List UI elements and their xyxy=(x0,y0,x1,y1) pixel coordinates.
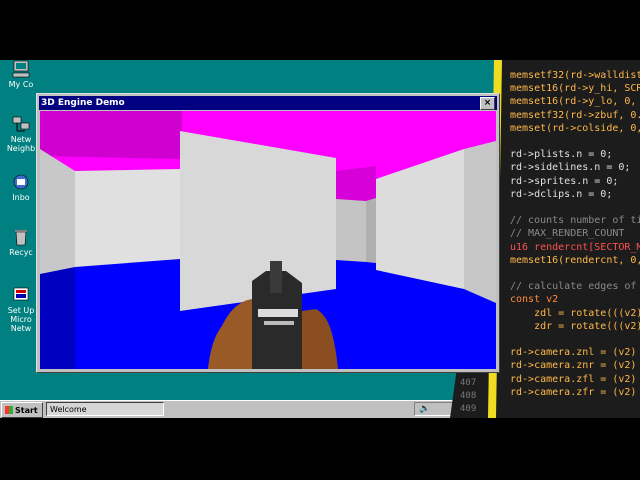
windows-logo-icon xyxy=(5,406,13,414)
code-line: rd->camera.znl = (v2) xyxy=(510,347,637,359)
taskbar: Start Welcome 🔈 xyxy=(0,400,500,418)
start-label: Start xyxy=(15,405,38,415)
desktop-icon-label: My Co xyxy=(8,80,34,89)
wall-far xyxy=(336,199,366,262)
wall-left-near xyxy=(40,149,75,274)
ceiling-shade xyxy=(40,111,182,159)
code-line: // MAX_RENDER_COUNT xyxy=(510,228,625,240)
code-line: rd->dclips.n = 0; xyxy=(510,188,613,200)
code-line: rd->sidelines.n = 0; xyxy=(510,162,631,174)
setup-icon xyxy=(13,287,29,301)
computer-icon xyxy=(12,60,30,78)
network-icon xyxy=(12,116,30,132)
line-number: 407 xyxy=(460,378,477,388)
code-line: rd->plists.n = 0; xyxy=(510,149,613,161)
game-viewport[interactable] xyxy=(40,111,496,369)
code-line: rd->sprites.n = 0; xyxy=(510,175,619,187)
wall-left xyxy=(75,169,180,267)
line-number: 408 xyxy=(460,391,477,401)
code-line: rd->camera.zfl = (v2) xyxy=(510,373,637,385)
code-line: memset(rd->colside, 0, xyxy=(510,122,640,134)
close-button[interactable]: × xyxy=(480,97,495,110)
code-line: memsetf32(rd->walldist xyxy=(510,70,640,81)
desktop-icon-my-computer[interactable]: My Co xyxy=(0,60,42,89)
code-line: memset16(rd->y_lo, 0, xyxy=(510,96,637,108)
code-line: rd->camera.zfr = (v2) xyxy=(510,386,637,398)
inbox-icon xyxy=(13,174,29,190)
taskbar-item-welcome[interactable]: Welcome xyxy=(46,402,164,416)
start-button[interactable]: Start xyxy=(1,402,43,418)
code-line: zdr = rotate(((v2) xyxy=(510,320,640,332)
window-titlebar[interactable]: 3D Engine Demo × xyxy=(39,96,497,110)
code-line: zdl = rotate(((v2) xyxy=(510,307,640,319)
render-scene xyxy=(40,111,496,369)
code-line: u16 rendercnt[SECTOR_M xyxy=(510,241,640,253)
wall-right-near xyxy=(464,141,496,303)
speaker-icon[interactable]: 🔈 xyxy=(419,404,430,414)
code-line: // calculate edges of xyxy=(510,281,637,293)
code-line: memset16(rd->y_hi, SCR xyxy=(510,83,640,95)
code-line: // counts number of ti xyxy=(510,215,640,227)
code-line: memsetf32(rd->zbuf, 0. xyxy=(510,109,640,121)
app-window: 3D Engine Demo × xyxy=(36,93,500,373)
recycle-bin-icon xyxy=(15,230,27,246)
code-line: memset16(rendercnt, 0, xyxy=(510,254,640,266)
code-line: rd->camera.znr = (v2) xyxy=(510,360,637,372)
line-number: 409 xyxy=(460,404,477,414)
code-line: const v2 xyxy=(510,294,559,306)
wall-far-edge xyxy=(366,198,376,263)
window-title: 3D Engine Demo xyxy=(41,98,125,108)
